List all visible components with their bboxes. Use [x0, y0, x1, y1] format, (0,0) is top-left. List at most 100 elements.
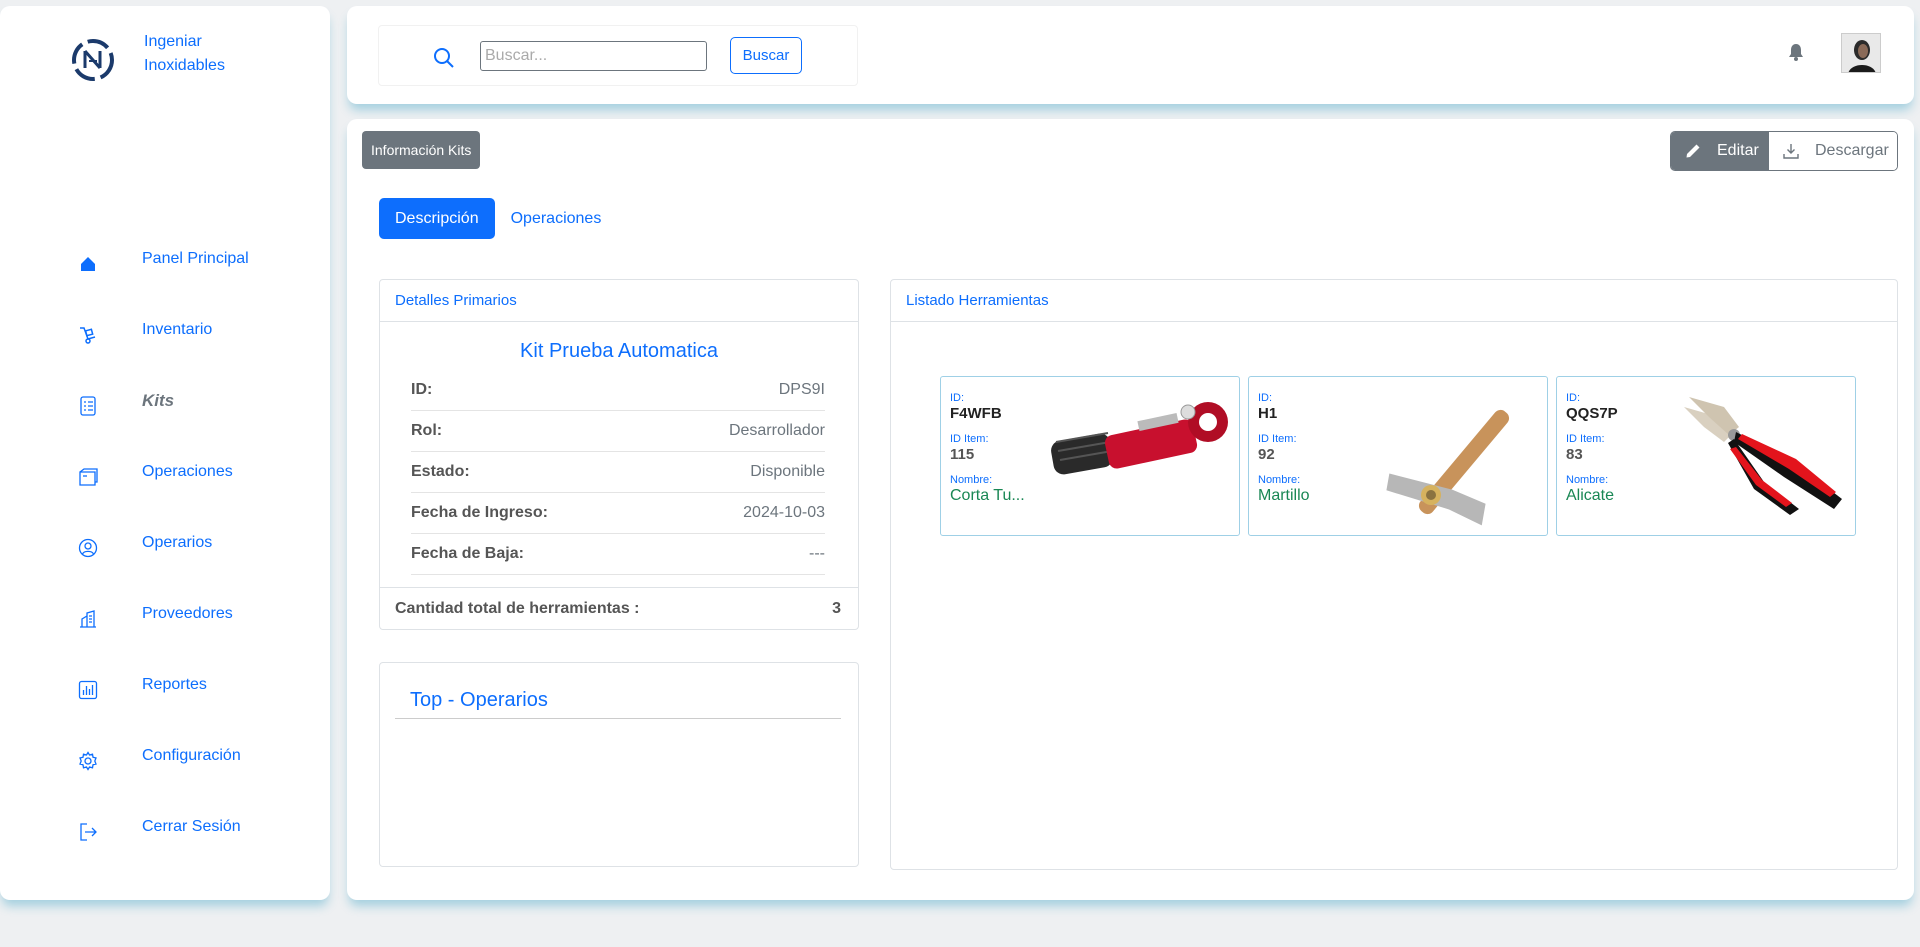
detail-row-fecha-baja: Fecha de Baja: ---	[411, 534, 825, 575]
tab-descripcion[interactable]: Descripción	[379, 198, 495, 239]
sidebar-item-label: Proveedores	[142, 604, 233, 622]
list-icon	[76, 394, 100, 418]
brand-name: Ingeniar Inoxidables	[144, 33, 225, 74]
tool-id-label: ID:	[1258, 392, 1273, 404]
total-tools-label: Cantidad total de herramientas :	[395, 599, 640, 617]
tab-bar: Descripción Operaciones	[379, 198, 617, 239]
section-title-badge: Información Kits	[362, 131, 481, 169]
sidebar-item-reportes[interactable]: Reportes	[0, 654, 330, 725]
edit-button-label: Editar	[1717, 142, 1759, 159]
tool-id: F4WFB	[950, 405, 1002, 422]
tool-name: Martillo	[1258, 487, 1310, 504]
detail-row-rol: Rol: Desarrollador	[411, 411, 825, 452]
search-button[interactable]: Buscar	[730, 37, 802, 74]
tool-id: QQS7P	[1566, 405, 1618, 422]
tool-name: Alicate	[1566, 487, 1615, 504]
detail-row-id: ID: DPS9I	[411, 370, 825, 411]
search-input[interactable]	[480, 41, 707, 71]
tool-item-id-label: ID Item:	[1258, 433, 1297, 445]
detail-row-fecha-ingreso: Fecha de Ingreso: 2024-10-03	[411, 493, 825, 534]
sidebar-item-label: Kits	[142, 390, 175, 410]
tool-name-label: Nombre:	[1566, 474, 1609, 486]
tool-id-label: ID:	[1566, 392, 1581, 404]
detail-row-estado: Estado: Disponible	[411, 452, 825, 493]
hammer-image	[1386, 409, 1510, 526]
detail-key: Fecha de Ingreso:	[411, 504, 548, 521]
detail-key: Estado:	[411, 463, 470, 480]
tool-name-label: Nombre:	[1258, 474, 1301, 486]
tool-name: Corta Tu...	[950, 487, 1025, 504]
sidebar: Ingeniar Inoxidables Panel Principal Inv…	[0, 6, 330, 900]
search-icon	[434, 48, 454, 68]
user-circle-icon	[76, 536, 100, 560]
detail-key: Fecha de Baja:	[411, 545, 524, 562]
sidebar-nav: Panel Principal Inventario Kits Operacio…	[0, 228, 330, 867]
company-logo-icon	[72, 39, 114, 81]
tool-card[interactable]: ID: F4WFB ID Item: 115 Nombre: Corta Tu.…	[940, 376, 1240, 536]
pliers-image	[1684, 397, 1842, 515]
tool-name-label: Nombre:	[950, 474, 993, 486]
action-button-group: Editar Descargar	[1670, 131, 1898, 171]
tools-list-card: Listado Herramientas ID: F4WFB ID Item: …	[890, 279, 1898, 870]
sidebar-item-cerrar-sesion[interactable]: Cerrar Sesión	[0, 796, 330, 867]
folder-icon	[76, 465, 100, 489]
edit-button[interactable]: Editar	[1671, 132, 1769, 170]
download-button[interactable]: Descargar	[1769, 132, 1897, 170]
top-header: Buscar	[347, 6, 1914, 104]
gear-icon	[76, 749, 100, 773]
building-icon	[76, 607, 100, 631]
sidebar-item-panel-principal[interactable]: Panel Principal	[0, 228, 330, 299]
tool-card[interactable]: ID: QQS7P ID Item: 83 Nombre: Alicate	[1556, 376, 1856, 536]
main-content: Información Kits Editar Descargar Descri…	[347, 119, 1914, 900]
tool-id-label: ID:	[950, 392, 965, 404]
tool-item-id: 83	[1566, 446, 1583, 463]
pencil-icon	[1685, 143, 1701, 159]
bar-chart-icon	[76, 678, 100, 702]
detail-key: Rol:	[411, 422, 443, 439]
sidebar-item-label: Configuración	[142, 746, 241, 764]
sidebar-item-label: Panel Principal	[142, 249, 249, 267]
sidebar-item-operarios[interactable]: Operarios	[0, 512, 330, 583]
tool-item-id: 92	[1258, 446, 1275, 463]
tool-card[interactable]: ID: H1 ID Item: 92 Nombre: Martillo	[1248, 376, 1548, 536]
logout-icon	[76, 820, 100, 844]
tool-item-id: 115	[950, 446, 975, 463]
detail-value: ---	[809, 545, 825, 562]
card-header: Detalles Primarios	[380, 280, 858, 322]
sidebar-item-configuracion[interactable]: Configuración	[0, 725, 330, 796]
download-icon	[1783, 143, 1799, 159]
detail-value: Disponible	[750, 463, 825, 480]
sidebar-item-label: Cerrar Sesión	[142, 817, 241, 835]
detail-value: 2024-10-03	[743, 504, 825, 521]
tool-item-id-label: ID Item:	[1566, 433, 1605, 445]
sidebar-item-label: Operarios	[142, 533, 213, 551]
primary-details-card: Detalles Primarios Kit Prueba Automatica…	[379, 279, 859, 630]
kit-name: Kit Prueba Automatica	[520, 340, 718, 362]
total-tools-row: Cantidad total de herramientas : 3	[380, 587, 858, 629]
trolley-icon	[76, 323, 100, 347]
tab-operaciones[interactable]: Operaciones	[495, 198, 618, 239]
sidebar-item-inventario[interactable]: Inventario	[0, 299, 330, 370]
tool-list: ID: F4WFB ID Item: 115 Nombre: Corta Tu.…	[940, 376, 1856, 536]
user-avatar[interactable]	[1841, 33, 1881, 73]
sidebar-item-proveedores[interactable]: Proveedores	[0, 583, 330, 654]
top-operarios-title: Top - Operarios	[395, 689, 841, 719]
download-button-label: Descargar	[1815, 142, 1889, 159]
bell-icon[interactable]	[1788, 43, 1804, 61]
card-header: Listado Herramientas	[891, 280, 1897, 322]
tool-item-id-label: ID Item:	[950, 433, 989, 445]
sidebar-item-label: Reportes	[142, 675, 207, 693]
tool-id: H1	[1258, 405, 1278, 422]
detail-key: ID:	[411, 381, 433, 398]
detail-value: DPS9I	[778, 381, 825, 398]
sidebar-item-operaciones[interactable]: Operaciones	[0, 441, 330, 512]
pipe-cutter-image	[1051, 402, 1228, 475]
detail-value: Desarrollador	[728, 422, 825, 439]
brand[interactable]: Ingeniar Inoxidables	[70, 30, 254, 83]
top-operarios-card: Top - Operarios	[379, 662, 859, 867]
total-tools-value: 3	[832, 599, 841, 617]
home-icon	[76, 252, 100, 276]
sidebar-item-kits[interactable]: Kits	[0, 370, 330, 441]
sidebar-item-label: Operaciones	[142, 462, 233, 480]
search-bar: Buscar	[378, 25, 858, 86]
